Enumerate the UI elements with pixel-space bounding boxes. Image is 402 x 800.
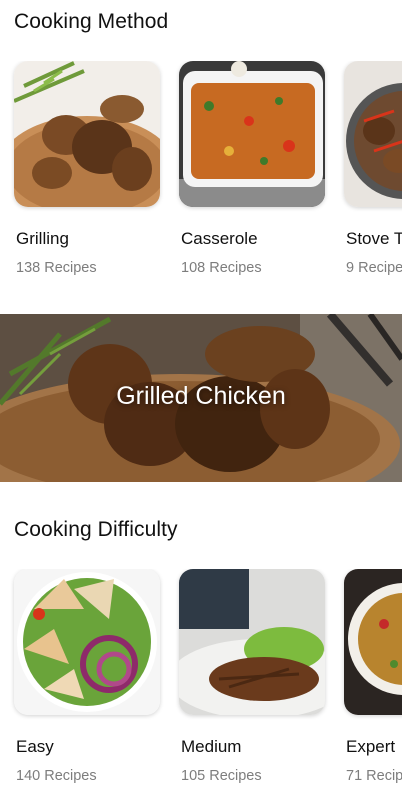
recipe-card-title: Stove Top bbox=[346, 229, 402, 248]
recipe-card-count: 9 Recipes bbox=[346, 260, 402, 276]
stove-top-image bbox=[344, 61, 402, 207]
featured-recipe-title: Grilled Chicken bbox=[116, 382, 286, 410]
recipe-card-title: Expert bbox=[346, 737, 396, 756]
recipe-card-count: 105 Recipes bbox=[181, 768, 262, 784]
recipe-card-title: Easy bbox=[16, 737, 54, 756]
recipe-card-count: 138 Recipes bbox=[16, 260, 97, 276]
easy-image bbox=[14, 569, 160, 715]
cooking-difficulty-heading: Cooking Difficulty bbox=[14, 518, 178, 541]
cooking-method-heading: Cooking Method bbox=[14, 10, 169, 33]
recipe-card-count: 108 Recipes bbox=[181, 260, 262, 276]
expert-image bbox=[344, 569, 402, 715]
recipe-card-stove-top[interactable]: Stove Top 9 Recipes bbox=[344, 61, 402, 276]
featured-recipe-banner[interactable]: Grilled Chicken bbox=[0, 314, 402, 482]
recipe-card-easy[interactable]: Easy 140 Recipes bbox=[14, 569, 160, 784]
recipe-card-medium[interactable]: Medium 105 Recipes bbox=[179, 569, 325, 784]
medium-image bbox=[179, 569, 325, 715]
recipe-card-title: Medium bbox=[181, 737, 242, 756]
recipe-card-title: Grilling bbox=[16, 229, 69, 248]
grilling-image bbox=[14, 61, 160, 207]
casserole-image bbox=[179, 61, 325, 207]
recipe-card-count: 71 Recipes bbox=[346, 768, 402, 784]
recipe-card-grilling[interactable]: Grilling 138 Recipes bbox=[14, 61, 160, 276]
recipe-card-expert[interactable]: Expert 71 Recipes bbox=[344, 569, 402, 784]
recipe-card-count: 140 Recipes bbox=[16, 768, 97, 784]
recipe-card-title: Casserole bbox=[181, 229, 258, 248]
cooking-difficulty-carousel[interactable]: Easy 140 Recipes Medium 105 Recipes Expe… bbox=[0, 569, 402, 799]
recipe-card-casserole[interactable]: Casserole 108 Recipes bbox=[179, 61, 325, 276]
cooking-method-carousel[interactable]: Grilling 138 Recipes Casserole 108 Recip… bbox=[0, 61, 402, 291]
